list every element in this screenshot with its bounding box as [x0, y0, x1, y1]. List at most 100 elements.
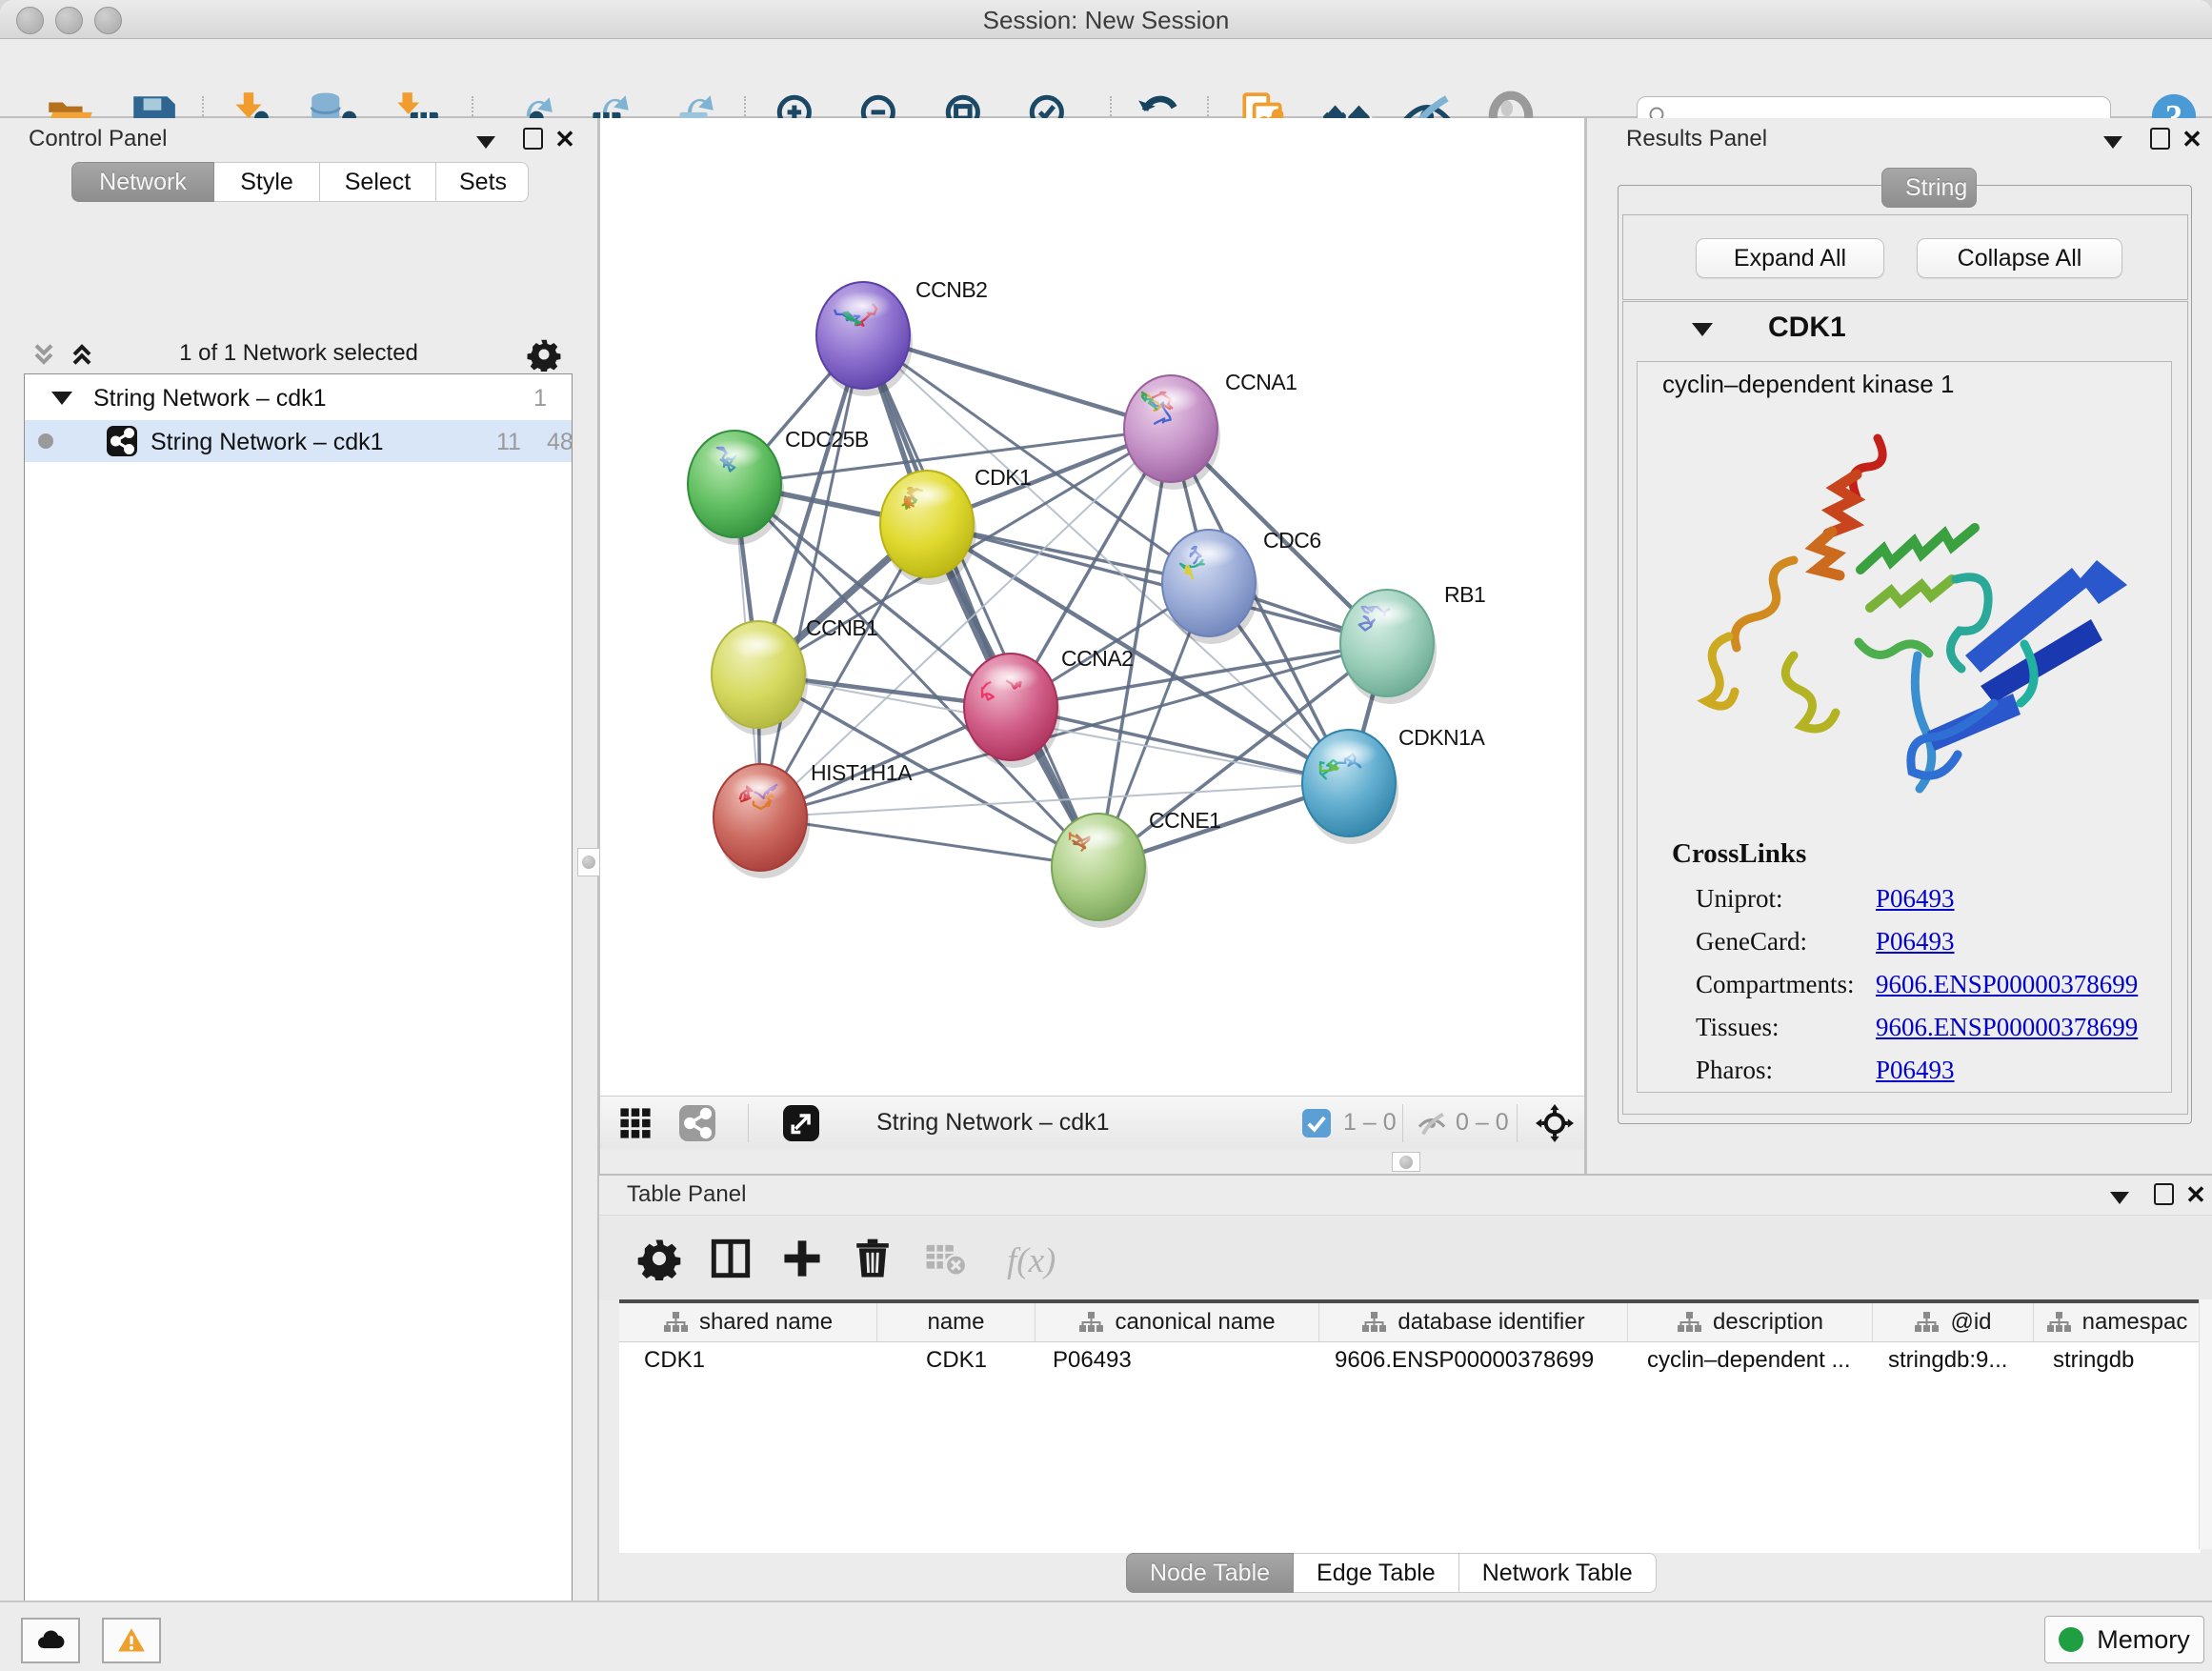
- column-type-icon: [1078, 1310, 1103, 1335]
- column-header-shared-name[interactable]: shared name: [619, 1303, 877, 1341]
- table-cell[interactable]: CDK1: [877, 1342, 1036, 1379]
- expand-all-button[interactable]: Expand All: [1696, 238, 1884, 278]
- crosslink-link[interactable]: P06493: [1876, 1056, 1955, 1085]
- gear-icon: [637, 1237, 681, 1280]
- collection-label: String Network – cdk1: [93, 385, 327, 413]
- horizontal-splitter[interactable]: [600, 1149, 1584, 1172]
- bottom-splitter-handle[interactable]: [1392, 1152, 1420, 1172]
- tab-node-table[interactable]: Node Table: [1126, 1553, 1294, 1593]
- table-cell[interactable]: cyclin–dependent ...: [1628, 1342, 1873, 1379]
- table-panel-maximize-button[interactable]: [2149, 1183, 2178, 1208]
- function-builder-button-disabled: f(x): [1007, 1240, 1056, 1281]
- main-toolbar: ?: [0, 39, 2212, 118]
- tab-string[interactable]: String: [1881, 168, 1977, 208]
- crosslink-link[interactable]: 9606.ENSP00000378699: [1876, 1013, 2138, 1042]
- warning-icon: [117, 1626, 146, 1655]
- node-label-CCNE1: CCNE1: [1149, 808, 1220, 833]
- control-panel-close-button[interactable]: ✕: [551, 127, 579, 151]
- results-panel-title: Results Panel: [1626, 126, 1767, 152]
- table-cell[interactable]: P06493: [1036, 1342, 1319, 1379]
- column-type-icon: [1361, 1310, 1386, 1335]
- tree-expand-icon[interactable]: [51, 392, 72, 405]
- results-panel-float-button[interactable]: [2099, 130, 2127, 154]
- table-cell[interactable]: CDK1: [619, 1342, 877, 1379]
- table-settings-button[interactable]: [637, 1237, 681, 1280]
- table-cell[interactable]: stringdb:9...: [1873, 1342, 2034, 1379]
- gene-name: CDK1: [1768, 312, 1846, 344]
- node-label-CCNA1: CCNA1: [1225, 370, 1297, 394]
- control-panel-maximize-button[interactable]: [518, 128, 547, 152]
- network-collection-row[interactable]: String Network – cdk1 1: [25, 378, 572, 420]
- column-header-name[interactable]: name: [877, 1303, 1036, 1341]
- network-edge[interactable]: [760, 817, 1098, 867]
- column-header-database-identifier[interactable]: database identifier: [1319, 1303, 1628, 1341]
- gear-icon[interactable]: [527, 337, 561, 372]
- pan-mode-button[interactable]: [1536, 1104, 1574, 1142]
- left-splitter-handle[interactable]: [577, 848, 600, 876]
- crosslink-link[interactable]: P06493: [1876, 884, 1955, 914]
- tab-network-table[interactable]: Network Table: [1459, 1553, 1657, 1593]
- network-view-canvas[interactable]: CCNB2CCNA1CDC25BCDK1CDC6RB1CCNB1CCNA2CDK…: [600, 118, 1584, 1096]
- node-table: shared namenamecanonical namedatabase id…: [619, 1299, 2201, 1553]
- table-cell[interactable]: 9606.ENSP00000378699: [1319, 1342, 1628, 1379]
- birds-eye-view-button[interactable]: [619, 1107, 652, 1139]
- network-view-toolbar: String Network – cdk1 1 – 0 0 – 0: [600, 1096, 1584, 1151]
- gene-details: cyclin–dependent kinase 1: [1637, 361, 2172, 1093]
- selected-count: 1 – 0: [1343, 1109, 1397, 1137]
- tab-select[interactable]: Select: [320, 162, 436, 202]
- results-panel-maximize-button[interactable]: [2145, 128, 2174, 152]
- network-graph[interactable]: CCNB2CCNA1CDC25BCDK1CDC6RB1CCNB1CCNA2CDK…: [600, 118, 1584, 1096]
- caret-down-icon: [476, 136, 495, 149]
- crosslink-link[interactable]: 9606.ENSP00000378699: [1876, 970, 2138, 999]
- cloud-status-button[interactable]: [21, 1618, 80, 1663]
- control-panel-title: Control Panel: [29, 126, 167, 152]
- selected-checkbox[interactable]: [1302, 1109, 1331, 1137]
- add-column-button[interactable]: [780, 1237, 824, 1280]
- memory-button[interactable]: Memory: [2044, 1616, 2204, 1663]
- section-collapse-icon[interactable]: [1692, 323, 1713, 336]
- tab-edge-table[interactable]: Edge Table: [1294, 1553, 1459, 1593]
- table-panel-close-button[interactable]: ✕: [2182, 1182, 2210, 1207]
- toolbar-separator: [1517, 1104, 1518, 1142]
- network-selection-header: 1 of 1 Network selected: [24, 335, 573, 373]
- open-in-window-button[interactable]: [783, 1105, 819, 1141]
- column-type-icon: [663, 1310, 688, 1335]
- vertical-scrollbar-track[interactable]: [2199, 1299, 2212, 1549]
- collapse-all-button[interactable]: Collapse All: [1917, 238, 2122, 278]
- external-arrow-icon: [783, 1105, 819, 1141]
- column-header--id[interactable]: @id: [1873, 1303, 2034, 1341]
- tab-network[interactable]: Network: [71, 162, 214, 202]
- column-header-canonical-name[interactable]: canonical name: [1036, 1303, 1319, 1341]
- warnings-button[interactable]: [102, 1618, 161, 1663]
- results-panel: Results Panel ✕ String Expand All Collap…: [1587, 118, 2212, 1174]
- table-panel-float-button[interactable]: [2105, 1185, 2134, 1210]
- table-data-row[interactable]: CDK1CDK1P064939606.ENSP00000378699cyclin…: [619, 1342, 2201, 1379]
- caret-down-icon: [2103, 136, 2122, 149]
- caret-down-icon: [2110, 1192, 2129, 1204]
- column-type-icon: [1914, 1310, 1939, 1335]
- delete-column-button[interactable]: [851, 1237, 895, 1280]
- table-cell[interactable]: stringdb: [2034, 1342, 2201, 1379]
- crosslink-label: Pharos:: [1696, 1056, 1773, 1085]
- memory-status-dot-icon: [2059, 1627, 2083, 1652]
- crosslink-link[interactable]: P06493: [1876, 927, 1955, 956]
- network-edge[interactable]: [863, 335, 1098, 867]
- column-type-icon: [2046, 1310, 2071, 1335]
- column-header-description[interactable]: description: [1628, 1303, 1873, 1341]
- control-panel-float-button[interactable]: [472, 130, 500, 154]
- crosslink-label: Compartments:: [1696, 970, 1854, 999]
- tab-sets[interactable]: Sets: [436, 162, 529, 202]
- column-header-namespac[interactable]: namespac: [2034, 1303, 2201, 1341]
- node-label-CDKN1A: CDKN1A: [1398, 725, 1485, 750]
- node-count: 11: [496, 429, 521, 456]
- show-columns-button[interactable]: [709, 1237, 753, 1280]
- node-label-CDK1: CDK1: [975, 465, 1031, 490]
- tab-style[interactable]: Style: [214, 162, 320, 202]
- grid-icon: [619, 1107, 652, 1139]
- trash-icon: [851, 1237, 895, 1280]
- crosshair-move-icon: [1536, 1104, 1574, 1142]
- table-panel-title: Table Panel: [627, 1181, 746, 1208]
- network-edge[interactable]: [1011, 707, 1349, 783]
- network-row-selected[interactable]: String Network – cdk1 11 48: [25, 420, 572, 462]
- results-panel-close-button[interactable]: ✕: [2178, 127, 2206, 151]
